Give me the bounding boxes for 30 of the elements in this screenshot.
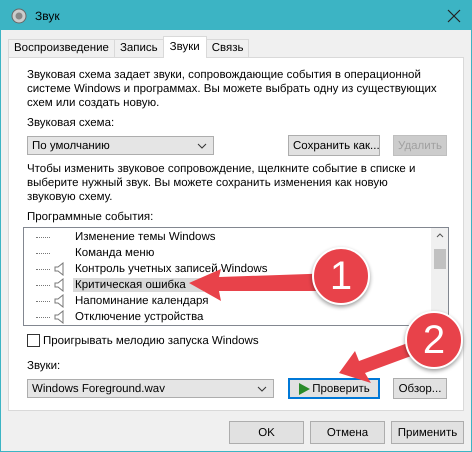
close-icon[interactable] [447,8,461,22]
hint-text: Чтобы изменить звуковое сопровождение, щелкните событие в списке и выберите нужный звук. Вы можете сохранить изменения как новую звуковую схему. [27,162,416,204]
browse-button[interactable]: Обзор... [393,378,447,399]
dialog-button[interactable]: OK [229,421,304,444]
dialog-button[interactable]: Применить [391,421,464,444]
tab[interactable]: Звуки [162,36,207,58]
scheme-button[interactable]: Сохранить как... [288,135,380,156]
checkbox-label[interactable]: Проигрывать мелодию запуска Windows [43,334,259,346]
chevron-icon [197,142,207,148]
dialog-button[interactable]: Отмена [310,421,385,444]
checkbox[interactable] [27,334,40,347]
event-item[interactable]: Контроль учетных записей Windows [73,262,270,276]
event-item[interactable]: Команда меню [73,246,156,260]
test-button[interactable]: Проверить [288,378,380,399]
description-text: Звуковая схема задает звуки, сопровождающие события в операционной системе Windows и программах. Вы можете выбрать одну из существующих схем или создать новую. [27,68,437,110]
scroll-thumb[interactable] [434,249,446,269]
tab[interactable]: Воспроизведение [8,39,115,57]
event-item[interactable]: Отключение устройства [73,310,206,324]
play-icon [298,382,310,394]
scheme-label: Звуковая схема: [27,116,116,130]
events-label: Программные события: [27,210,154,224]
event-item[interactable]: Напоминание календаря [73,294,211,308]
scheme-dropdown[interactable]: По умолчанию [27,136,214,155]
chevron-icon [257,386,267,392]
event-item[interactable]: Изменение темы Windows [73,230,218,244]
sound-dropdown[interactable]: Windows Foreground.wav [27,379,274,398]
sounds-label: Звуки: [27,359,62,373]
tab[interactable]: Связь [206,39,250,57]
event-item[interactable]: Критическая ошибка [73,278,204,292]
window-title: Звук [35,8,61,22]
